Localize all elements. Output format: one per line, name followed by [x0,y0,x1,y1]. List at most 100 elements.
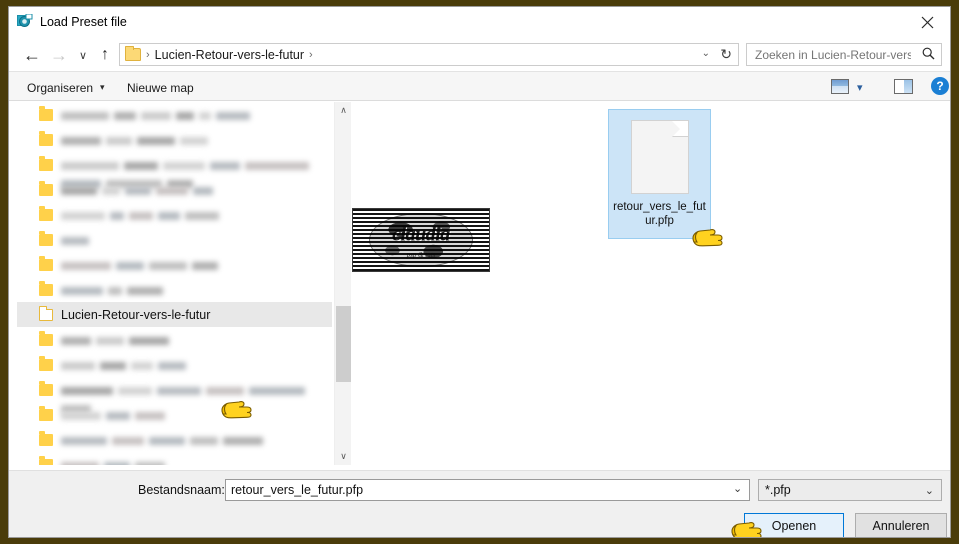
tree-item[interactable] [17,427,332,452]
new-folder-button[interactable]: Nieuwe map [121,77,200,98]
organize-label: Organiseren [27,80,94,95]
breadcrumb-path[interactable]: Lucien-Retour-vers-le-futur [155,48,304,62]
tree-item[interactable] [17,452,332,465]
filename-input[interactable] [225,479,750,501]
tree-item[interactable] [17,177,332,202]
refresh-icon[interactable]: ↻ [720,46,732,63]
window-title: Load Preset file [40,15,127,29]
claudia-watermark-image: claudia psp & tuts [352,208,490,272]
change-view-icon[interactable] [831,79,849,94]
navigation-bar: ← → ∨ ↑ › Lucien-Retour-vers-le-futur › … [9,38,950,71]
folder-icon [39,430,53,446]
search-icon[interactable] [922,47,935,63]
command-bar: Organiseren ▾ Nieuwe map ▾ ? [9,71,950,101]
tree-scrollbar[interactable]: ∧ ∨ [334,102,351,465]
chevron-down-icon: ⌄ [924,485,934,497]
folder-icon [39,130,53,146]
tree-item-label-redacted [61,107,255,122]
tree-item-label-redacted [61,132,213,147]
breadcrumb-separator-1: › [146,48,150,61]
folder-icon [125,46,141,61]
back-icon[interactable]: ← [21,44,43,66]
folder-icon [39,380,53,396]
search-input[interactable] [753,46,913,63]
file-dialog-window: Load Preset file ← → ∨ ↑ › Lucien-Retour… [8,6,951,538]
tree-item[interactable] [17,202,332,227]
breadcrumb[interactable]: › Lucien-Retour-vers-le-futur › ⌄ ↻ [119,43,739,66]
file-name-label: retour_vers_le_futur.pfp [613,201,706,227]
filename-label: Bestandsnaam: [138,483,225,497]
folder-icon [39,405,53,421]
folder-icon [39,455,53,465]
tree-item-label-redacted [61,407,170,422]
tree-item[interactable] [17,252,332,277]
folder-icon [39,355,53,371]
dialog-footer: Bestandsnaam: ⌄ *.pfp ⌄ Openen Annuleren [9,470,950,537]
scroll-up-icon[interactable]: ∧ [335,102,352,119]
folder-icon [39,255,53,271]
tree-item-label-redacted [61,157,332,188]
tree-item[interactable] [17,352,332,377]
chevron-down-icon[interactable]: ▾ [857,81,863,94]
tree-item[interactable] [17,227,332,252]
folder-icon [39,105,53,121]
close-button[interactable] [905,7,950,37]
preview-pane-icon[interactable] [894,79,913,94]
scrollbar-thumb[interactable] [336,306,351,382]
tree-item[interactable] [17,402,332,427]
folder-icon [39,280,53,296]
cancel-label: Annuleren [872,518,930,533]
tree-item-selected[interactable]: Lucien-Retour-vers-le-futur [17,302,332,327]
tree-item-label-redacted [61,282,168,297]
tree-item-label-redacted [61,357,191,372]
cancel-button[interactable]: Annuleren [855,513,947,537]
tree-item[interactable] [17,152,332,188]
breadcrumb-separator-2[interactable]: › [309,49,313,61]
folder-icon [39,205,53,221]
dialog-content: Lucien-Retour-vers-le-futur ∧ ∨ claudia … [9,102,950,470]
recent-locations-icon[interactable]: ∨ [72,44,94,66]
open-label: Openen [771,518,817,533]
tree-item-label-redacted [61,432,268,447]
folder-icon [39,230,53,246]
tree-item[interactable] [17,327,332,352]
tree-item-label-redacted [61,382,332,413]
file-list-pane[interactable]: claudia psp & tuts retour_vers_le_futur.… [352,102,942,465]
tree-item-label-redacted [61,257,223,272]
tree-item[interactable] [17,377,332,413]
tree-item-label-redacted [61,207,224,222]
tree-item-label-redacted [61,232,94,247]
new-folder-label: Nieuwe map [127,80,194,95]
file-type-filter-dropdown[interactable]: *.pfp ⌄ [758,479,942,501]
help-icon[interactable]: ? [931,77,949,95]
tree-item[interactable] [17,127,332,152]
chevron-down-icon: ▾ [100,82,105,92]
folder-icon [39,330,53,346]
tree-item[interactable] [17,277,332,302]
folder-tree-pane[interactable]: Lucien-Retour-vers-le-futur [17,102,332,465]
folder-icon [39,305,53,321]
filter-value: *.pfp [765,483,791,497]
forward-icon: → [50,44,68,65]
title-bar: Load Preset file [9,7,950,38]
tree-item-label-redacted [61,332,174,347]
document-fold-corner [671,121,688,137]
tree-item-label-redacted [61,457,170,465]
search-box[interactable] [746,43,942,66]
folder-icon [39,155,53,171]
tree-item-label: Lucien-Retour-vers-le-futur [61,307,211,322]
scroll-down-icon[interactable]: ∨ [335,448,352,465]
tree-item-label-redacted [61,182,218,197]
app-icon [17,13,33,30]
window-outer-frame: Load Preset file ← → ∨ ↑ › Lucien-Retour… [0,0,959,544]
watermark-subtitle: psp & tuts [406,250,436,259]
generic-document-icon [630,120,689,194]
open-button[interactable]: Openen [744,513,844,537]
folder-icon [39,180,53,196]
organize-button[interactable]: Organiseren ▾ [21,77,111,98]
chevron-down-icon[interactable]: ⌄ [702,48,710,59]
tree-item[interactable] [17,102,332,127]
file-item-selected[interactable]: retour_vers_le_futur.pfp [608,109,711,239]
up-icon[interactable]: ↑ [94,44,116,66]
watermark-title: claudia [392,223,450,246]
